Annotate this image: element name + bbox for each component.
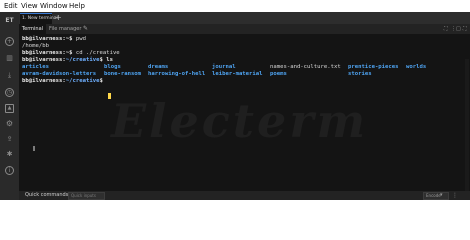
quick-input-field[interactable]: Quick inputs	[68, 192, 105, 200]
app-window: ET + ▥ ⤓ ◷ ▲ ⚙ ⇪ ✱ i 1. New terminal + T…	[0, 12, 470, 200]
edit-icon[interactable]: ✎	[83, 24, 88, 34]
quick-settings-icon[interactable]: ⋮	[452, 191, 458, 200]
prompt: bb@ilvarness:~$	[22, 36, 73, 42]
ls-entry-dir: articles	[22, 64, 49, 70]
command: $ ls	[99, 57, 113, 63]
sidebar: ET + ▥ ⤓ ◷ ▲ ⚙ ⇪ ✱ i	[0, 12, 19, 200]
command: pwd	[72, 36, 87, 42]
command: $	[99, 78, 107, 84]
subtab-file-manager[interactable]: File manager	[49, 24, 81, 34]
history-icon[interactable]: ◷	[5, 88, 14, 97]
prompt-path: ~/creative	[65, 78, 100, 84]
ls-entry-dir: prentice-pieces	[348, 64, 399, 70]
plus-circle-icon[interactable]: +	[5, 37, 14, 46]
ls-entry-dir: journal	[212, 64, 236, 70]
terminal-line: bb@ilvarness:~$ pwd	[22, 36, 86, 43]
settings-icon[interactable]: ⚙	[5, 119, 14, 128]
terminal-cursor	[108, 93, 111, 99]
ls-entry-dir: leiber-material	[212, 71, 263, 77]
command: cd ./creative	[72, 50, 120, 56]
app-logo: ET	[5, 17, 14, 24]
quick-commands-bar: Quick commands Quick inputs Encode ▾ ⋮	[19, 191, 470, 200]
ls-entry-dir: stories	[348, 71, 372, 77]
menu-edit[interactable]: Edit	[4, 2, 18, 10]
ls-entry-dir: harrowing-of-hell	[148, 71, 206, 77]
terminal-line: bb@ilvarness:~/creative$	[22, 78, 106, 85]
tab-bar: 1. New terminal +	[19, 12, 470, 24]
prompt-user: bb@ilvarness:	[22, 78, 66, 84]
terminal-subtab-bar: Terminal File manager ✎ ⛶ ⋮ □ ⛶	[19, 24, 470, 34]
fullscreen-icon[interactable]: ⛶	[444, 24, 448, 34]
bug-icon[interactable]: ✱	[5, 150, 14, 159]
info-icon[interactable]: i	[5, 166, 14, 175]
ls-entry-dir: poems	[270, 71, 287, 77]
quick-commands-label[interactable]: Quick commands	[25, 191, 68, 200]
terminal-scrollbar[interactable]	[465, 59, 469, 191]
subtab-terminal[interactable]: Terminal	[19, 24, 46, 34]
menu-view[interactable]: View	[21, 2, 38, 10]
book-icon[interactable]: ▥	[5, 54, 14, 63]
prompt-path: ~/creative	[65, 57, 100, 63]
ls-entry-dir: blogs	[104, 64, 121, 70]
cloud-upload-icon[interactable]: ⇪	[5, 135, 14, 144]
menu-bar: Edit View Window Help	[0, 0, 470, 12]
add-tab-button[interactable]: +	[55, 13, 62, 23]
terminal-line: bb@ilvarness:~$ cd ./creative	[22, 50, 120, 57]
prompt: bb@ilvarness:~$	[22, 50, 73, 56]
terminal-output[interactable]: Electerm bb@ilvarness:~$ pwd /home/bb bb…	[19, 34, 470, 191]
ls-entry-dir: bone-ransom	[104, 71, 142, 77]
encode-select[interactable]: Encode	[423, 192, 449, 200]
terminal-line: bb@ilvarness:~/creative$ ls	[22, 57, 113, 64]
ls-entry-file: names-and-culture.txt	[270, 64, 341, 70]
watermark-logo: Electerm	[111, 94, 369, 148]
menu-help[interactable]: Help	[69, 2, 85, 10]
download-icon[interactable]: ⤓	[5, 71, 14, 80]
terminal-line: /home/bb	[22, 43, 49, 49]
ls-entry-dir: dreams	[148, 64, 169, 70]
text-caret	[33, 146, 35, 151]
tab-new-terminal[interactable]: 1. New terminal	[20, 13, 58, 24]
split-icon[interactable]: □	[456, 24, 461, 34]
maximize-icon[interactable]: ⛶	[463, 24, 467, 34]
prompt-user: bb@ilvarness:	[22, 57, 66, 63]
menu-window[interactable]: Window	[40, 2, 68, 10]
chevron-down-icon[interactable]: ▾	[440, 191, 443, 200]
ls-entry-dir: avram-davidson-letters	[22, 71, 97, 77]
image-icon[interactable]: ▲	[5, 104, 14, 113]
ls-entry-dir: worlds	[406, 64, 427, 70]
